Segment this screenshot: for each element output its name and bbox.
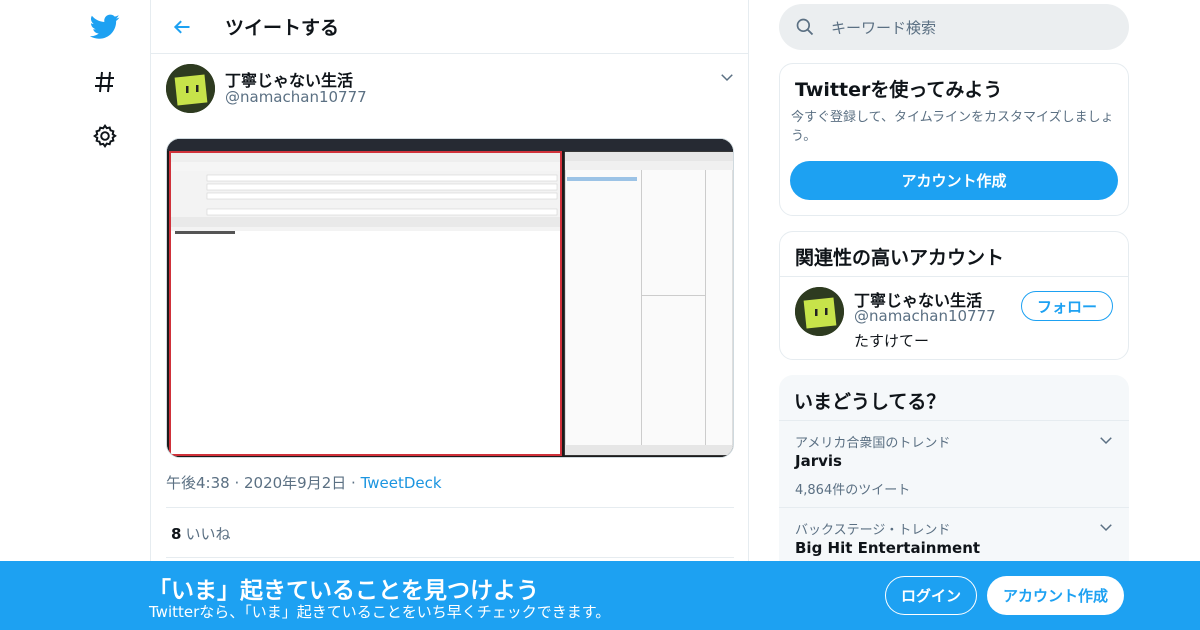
author-handle[interactable]: @namachan10777: [225, 88, 367, 106]
banner-subtitle: Twitterなら、「いま」起きていることをいち早くチェックできます。: [149, 603, 611, 621]
trend-item[interactable]: アメリカ合衆国のトレンド Jarvis 4,864件のツイート: [779, 420, 1129, 507]
trend-context: アメリカ合衆国のトレンド: [795, 436, 951, 451]
likes-count: 8: [171, 525, 182, 543]
tweet-time[interactable]: 午後4:38: [166, 474, 230, 492]
chevron-down-icon[interactable]: [718, 68, 736, 86]
trend-name: Big Hit Entertainment: [795, 539, 981, 557]
trend-context: バックステージ・トレンド: [795, 523, 951, 538]
banner-title: 「いま」起きていることを見つけよう: [148, 578, 539, 604]
main-column: ツイートする 丁寧じゃない生活 @namachan10777 午後4:38 · …: [150, 0, 749, 630]
trends-title: いまどうしてる？: [794, 391, 946, 413]
likes-label: いいね: [185, 525, 231, 543]
hashtag-icon[interactable]: [88, 65, 122, 99]
signup-card: Twitterを使ってみよう 今すぐ登録して、タイムラインをカスタマイズしましょ…: [779, 63, 1129, 216]
tweet-media-image[interactable]: [166, 138, 734, 458]
tweet-date[interactable]: 2020年9月2日: [244, 474, 346, 492]
signup-button[interactable]: アカウント作成: [987, 576, 1124, 615]
trends-card: いまどうしてる？ アメリカ合衆国のトレンド Jarvis 4,864件のツイート…: [779, 375, 1129, 575]
related-account-handle[interactable]: @namachan10777: [854, 307, 996, 325]
signup-card-description: 今すぐ登録して、タイムラインをカスタマイズしましょう。: [791, 110, 1114, 144]
page-title: ツイートする: [225, 17, 340, 39]
login-button[interactable]: ログイン: [885, 576, 977, 615]
divider: [166, 557, 734, 558]
search-box[interactable]: キーワード検索: [779, 4, 1129, 50]
avatar[interactable]: [795, 287, 844, 336]
likes-stat[interactable]: 8 いいね: [171, 523, 230, 544]
related-accounts-card: 関連性の高いアカウント 丁寧じゃない生活 @namachan10777 たすけて…: [779, 231, 1129, 360]
related-card-title: 関連性の高いアカウント: [780, 232, 1128, 277]
signup-card-title: Twitterを使ってみよう: [795, 79, 1003, 101]
tweet-meta: 午後4:38 · 2020年9月2日 · TweetDeck: [166, 474, 442, 492]
chevron-down-icon[interactable]: [1097, 431, 1115, 449]
tweet-source-link[interactable]: TweetDeck: [361, 474, 442, 492]
page-header: ツイートする: [151, 0, 748, 54]
divider: [166, 507, 734, 508]
bottom-signup-banner: 「いま」起きていることを見つけよう Twitterなら、「いま」起きていることを…: [0, 561, 1200, 630]
related-account-bio: たすけてー: [854, 332, 930, 350]
search-icon: [795, 17, 815, 37]
left-nav: [0, 0, 150, 630]
gear-icon[interactable]: [88, 119, 122, 153]
create-account-button[interactable]: アカウント作成: [790, 161, 1118, 200]
follow-button[interactable]: フォロー: [1021, 291, 1113, 321]
avatar[interactable]: [166, 64, 215, 113]
trend-count: 4,864件のツイート: [795, 483, 911, 498]
arrow-left-icon[interactable]: [167, 12, 197, 42]
search-placeholder: キーワード検索: [831, 19, 937, 37]
trend-name: Jarvis: [795, 452, 842, 470]
twitter-bird-icon[interactable]: [88, 10, 122, 44]
chevron-down-icon[interactable]: [1097, 518, 1115, 536]
